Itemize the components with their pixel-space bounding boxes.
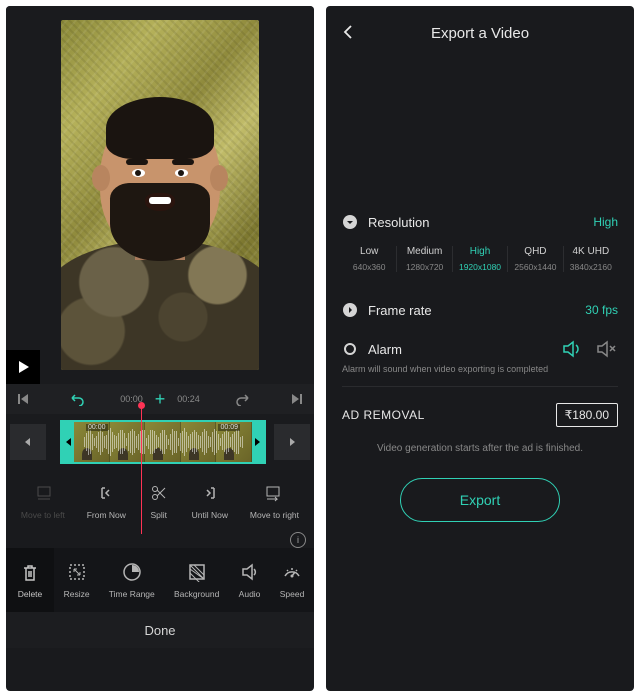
- move-left-button: Move to left: [21, 482, 65, 520]
- ad-removal-label: AD REMOVAL: [342, 408, 425, 422]
- info-icon[interactable]: i: [290, 532, 306, 548]
- editor-screen: 00:00 + 00:24 00:00 00:09 Move to left: [6, 6, 314, 691]
- export-button[interactable]: Export: [400, 478, 560, 522]
- resolution-label: Resolution: [368, 215, 429, 230]
- resolution-options: Low640x360 Medium1280x720 High1920x1080 …: [342, 240, 618, 288]
- resolution-section[interactable]: Resolution High: [342, 200, 618, 240]
- move-right-icon: [263, 482, 285, 504]
- video-preview[interactable]: [61, 20, 259, 370]
- bottom-toolbar: Delete Resize Time Range Background Audi…: [6, 548, 314, 612]
- resolution-option-low[interactable]: Low640x360: [342, 246, 397, 272]
- skip-start-icon[interactable]: [12, 388, 34, 410]
- trash-icon: [19, 562, 41, 584]
- export-screen: Export a Video Resolution High Low640x36…: [326, 6, 634, 691]
- clock-icon: [121, 561, 143, 583]
- speed-icon: [281, 561, 303, 583]
- page-title: Export a Video: [358, 25, 602, 42]
- trim-tools: Move to left From Now Split Until Now Mo…: [6, 470, 314, 528]
- from-now-icon: [95, 482, 117, 504]
- next-frame-icon[interactable]: [274, 424, 310, 460]
- play-icon: [19, 361, 29, 373]
- resize-button[interactable]: Resize: [64, 561, 90, 599]
- timeline-track: 00:00 00:09: [6, 414, 314, 470]
- speed-button[interactable]: Speed: [280, 561, 305, 599]
- play-button[interactable]: [6, 350, 40, 384]
- chevron-down-icon: [342, 214, 358, 230]
- video-clip[interactable]: 00:00 00:09: [60, 420, 266, 464]
- until-now-icon: [199, 482, 221, 504]
- frame-rate-label: Frame rate: [368, 303, 432, 318]
- playhead[interactable]: [141, 406, 142, 534]
- clip-out-time: 00:09: [218, 424, 240, 431]
- frame-rate-value: 30 fps: [585, 303, 618, 317]
- chevron-right-icon: [342, 302, 358, 318]
- clip-in-time: 00:00: [86, 424, 108, 431]
- alarm-section: Alarm: [342, 328, 618, 364]
- frame-rate-section[interactable]: Frame rate 30 fps: [342, 288, 618, 328]
- resolution-value: High: [593, 215, 618, 229]
- resolution-option-qhd[interactable]: QHD2560x1440: [508, 246, 563, 272]
- alarm-off-icon[interactable]: [596, 340, 618, 358]
- resolution-option-4k[interactable]: 4K UHD3840x2160: [564, 246, 618, 272]
- audio-icon: [239, 561, 261, 583]
- time-end: 00:24: [177, 394, 200, 404]
- background-button[interactable]: Background: [174, 561, 219, 599]
- back-icon[interactable]: [340, 24, 358, 42]
- ad-removal-row: AD REMOVAL ₹180.00: [342, 387, 618, 437]
- time-range-button[interactable]: Time Range: [109, 561, 155, 599]
- prev-frame-icon[interactable]: [10, 424, 46, 460]
- add-icon[interactable]: +: [155, 389, 166, 410]
- delete-button[interactable]: Delete: [6, 548, 54, 612]
- undo-icon[interactable]: [66, 388, 88, 410]
- split-icon: [148, 482, 170, 504]
- radio-icon[interactable]: [342, 341, 358, 357]
- timeline-controls: 00:00 + 00:24: [6, 384, 314, 414]
- alarm-note: Alarm will sound when video exporting is…: [342, 364, 618, 387]
- resize-icon: [66, 561, 88, 583]
- move-right-button[interactable]: Move to right: [250, 482, 299, 520]
- until-now-button[interactable]: Until Now: [192, 482, 228, 520]
- alarm-on-icon[interactable]: [562, 340, 582, 358]
- audio-button[interactable]: Audio: [239, 561, 261, 599]
- redo-icon[interactable]: [232, 388, 254, 410]
- preview-area: [6, 6, 314, 384]
- resolution-option-medium[interactable]: Medium1280x720: [397, 246, 452, 272]
- clip-area[interactable]: 00:00 00:09: [50, 420, 270, 464]
- move-left-icon: [32, 482, 54, 504]
- alarm-label: Alarm: [368, 342, 402, 357]
- background-icon: [186, 561, 208, 583]
- skip-end-icon[interactable]: [286, 388, 308, 410]
- split-button[interactable]: Split: [148, 482, 170, 520]
- ad-note: Video generation starts after the ad is …: [342, 437, 618, 478]
- header: Export a Video: [326, 6, 634, 60]
- from-now-button[interactable]: From Now: [87, 482, 126, 520]
- resolution-option-high[interactable]: High1920x1080: [453, 246, 508, 272]
- done-button[interactable]: Done: [6, 612, 314, 648]
- ad-removal-price-button[interactable]: ₹180.00: [556, 403, 618, 427]
